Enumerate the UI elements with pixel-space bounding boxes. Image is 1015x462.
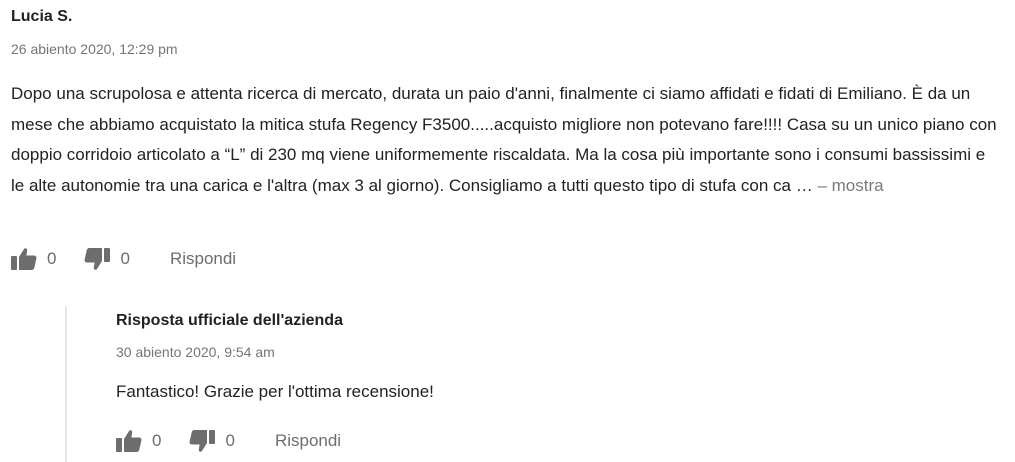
reply-author: Risposta ufficiale dell'azienda xyxy=(116,312,343,329)
thumbs-down-icon xyxy=(189,429,216,453)
dislike-count: 0 xyxy=(120,249,130,268)
reply-dislike-button[interactable]: 0 xyxy=(189,429,235,453)
reply-content: Risposta ufficiale dell'azienda 30 abien… xyxy=(116,306,996,462)
reply-date: 30 abiento 2020, 9:54 am xyxy=(116,344,275,360)
thumbs-up-icon xyxy=(11,247,37,271)
review-date: 26 abiento 2020, 12:29 pm xyxy=(11,41,178,57)
review-actions: 0 0 Rispondi xyxy=(11,246,236,272)
reply-actions: 0 0 Rispondi xyxy=(116,428,341,454)
reply-dislike-count: 0 xyxy=(225,431,235,450)
reply-reply-button[interactable]: Rispondi xyxy=(275,431,341,451)
like-count: 0 xyxy=(47,249,57,268)
thumbs-down-icon xyxy=(84,247,111,271)
review-author: Lucia S. xyxy=(11,8,73,25)
reply-like-count: 0 xyxy=(152,431,162,450)
official-reply: Risposta ufficiale dell'azienda 30 abien… xyxy=(65,306,1007,462)
show-more-link[interactable]: – mostra xyxy=(817,176,883,195)
reply-text: Fantastico! Grazie per l'ottima recensio… xyxy=(116,382,434,401)
review-text: Dopo una scrupolosa e attenta ricerca di… xyxy=(11,79,1001,201)
like-button[interactable]: 0 xyxy=(11,247,56,271)
reply-like-button[interactable]: 0 xyxy=(116,429,161,453)
dislike-button[interactable]: 0 xyxy=(84,247,130,271)
thumbs-up-icon xyxy=(116,429,142,453)
reply-button[interactable]: Rispondi xyxy=(170,249,236,269)
